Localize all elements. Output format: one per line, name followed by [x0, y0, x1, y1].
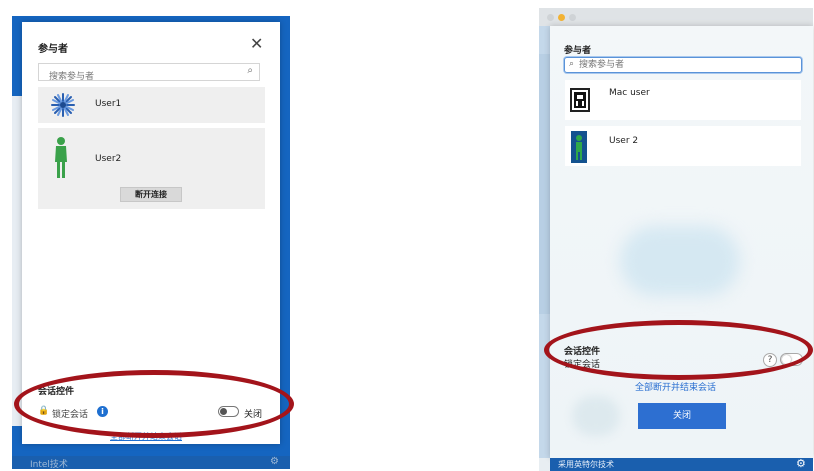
- mac-titlebar: [539, 8, 813, 26]
- gear-icon[interactable]: ⚙: [270, 456, 279, 467]
- search-icon: ⌕: [569, 59, 575, 69]
- mac-sidebar-strip: [539, 54, 550, 314]
- windows-participants-panel: 参与者 ✕ ⌕ User1: [22, 22, 280, 444]
- person-icon: [571, 131, 587, 163]
- mac-sidebar: [539, 26, 550, 458]
- end-all-sessions-link[interactable]: 全部断开并结束会话: [635, 380, 716, 393]
- info-icon[interactable]: i: [97, 406, 108, 417]
- search-input[interactable]: [39, 69, 229, 85]
- lock-session-toggle[interactable]: [218, 406, 239, 417]
- session-controls-title: 会话控件: [38, 387, 75, 397]
- help-icon[interactable]: ?: [763, 353, 777, 367]
- search-field[interactable]: ⌕: [38, 63, 260, 85]
- panel-title: 参与者: [38, 44, 68, 55]
- search-icon[interactable]: ⌕: [247, 65, 253, 76]
- lock-icon: 🔒: [38, 406, 50, 416]
- lock-session-row: 🔒 锁定会话 i 关闭: [38, 406, 266, 420]
- participant-row[interactable]: User 2: [565, 126, 801, 166]
- screenshot-stage: Intel技术 ⚙ 参与者 ✕ ⌕: [0, 0, 814, 471]
- mac-participants-panel: 参与者 ⌕ Mac user: [550, 26, 813, 458]
- participant-name: User1: [95, 99, 122, 109]
- snowflake-icon: [51, 93, 75, 117]
- lock-session-label: 锁定会话: [52, 410, 89, 420]
- gear-icon[interactable]: ⚙: [796, 457, 806, 470]
- end-all-sessions-link[interactable]: 全部断开并结束会话: [110, 431, 182, 442]
- participant-name: Mac user: [609, 88, 650, 98]
- participant-row[interactable]: Mac user: [565, 80, 801, 120]
- close-button[interactable]: 关闭: [638, 403, 726, 429]
- search-field[interactable]: ⌕: [564, 57, 802, 73]
- session-controls-title: 会话控件: [564, 347, 601, 357]
- toggle-knob: [220, 408, 227, 415]
- lock-session-toggle[interactable]: [780, 353, 803, 366]
- close-icon[interactable]: ✕: [250, 34, 263, 53]
- disconnect-button[interactable]: 断开连接: [120, 187, 182, 202]
- footer-text: 采用英特尔技术: [558, 460, 614, 469]
- participant-name: User 2: [609, 136, 639, 146]
- window-close-dot[interactable]: [547, 14, 554, 21]
- lock-session-label: 锁定会话: [564, 360, 601, 370]
- mac-app-window: 参与者 ⌕ Mac user: [539, 8, 813, 471]
- mac-footer-bar: 采用英特尔技术 ⚙: [550, 457, 813, 471]
- background-blur: [572, 396, 620, 436]
- window-zoom-dot[interactable]: [569, 14, 576, 21]
- toggle-state-label: 关闭: [244, 410, 263, 420]
- participant-row[interactable]: User1: [38, 87, 265, 123]
- toggle-knob: [782, 355, 791, 364]
- search-input[interactable]: [579, 59, 779, 71]
- background-blur: [620, 226, 740, 296]
- participant-row[interactable]: User2 断开连接: [38, 128, 265, 209]
- window-minimize-dot[interactable]: [558, 14, 565, 21]
- panel-title: 参与者: [564, 46, 592, 56]
- person-icon: [55, 137, 67, 178]
- windows-footer-text: Intel技术: [30, 460, 68, 470]
- cafe-sign-icon: [570, 88, 590, 112]
- participant-name: User2: [95, 154, 122, 164]
